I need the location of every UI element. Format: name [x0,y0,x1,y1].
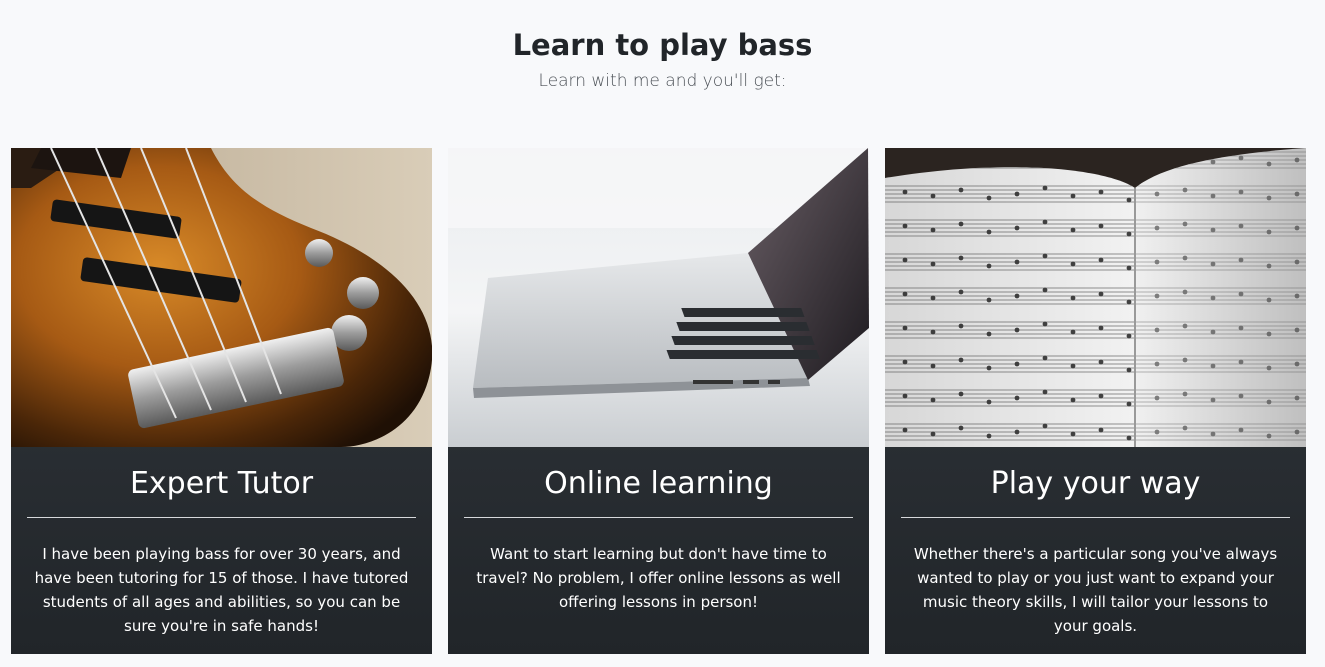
card-body: Play your way Whether there's a particul… [885,447,1306,654]
card-text: Whether there's a particular song you've… [913,545,1278,635]
feature-cards: Expert Tutor I have been playing bass fo… [11,148,1306,654]
card-divider [27,517,416,518]
card-title: Expert Tutor [129,466,314,501]
card-divider [901,517,1290,518]
feature-card-play-your-way: Play your way Whether there's a particul… [885,148,1306,654]
card-divider [464,517,853,518]
card-text: Want to start learning but don't have ti… [476,545,841,611]
feature-card-expert-tutor: Expert Tutor I have been playing bass fo… [11,148,432,654]
feature-card-online-learning: Online learning Want to start learning b… [448,148,869,654]
sheet-music-image [885,148,1306,447]
page-subtitle: Learn with me and you'll get: [538,71,787,91]
card-text: I have been playing bass for over 30 yea… [34,545,409,635]
card-body: Expert Tutor I have been playing bass fo… [11,447,432,654]
card-title: Online learning [544,466,773,501]
page-title: Learn to play bass [512,28,813,62]
laptop-image [448,148,869,447]
page-header: Learn to play bass Learn with me and you… [0,0,1325,92]
card-title: Play your way [990,466,1201,501]
card-body: Online learning Want to start learning b… [448,447,869,654]
bass-guitar-image [11,148,432,447]
